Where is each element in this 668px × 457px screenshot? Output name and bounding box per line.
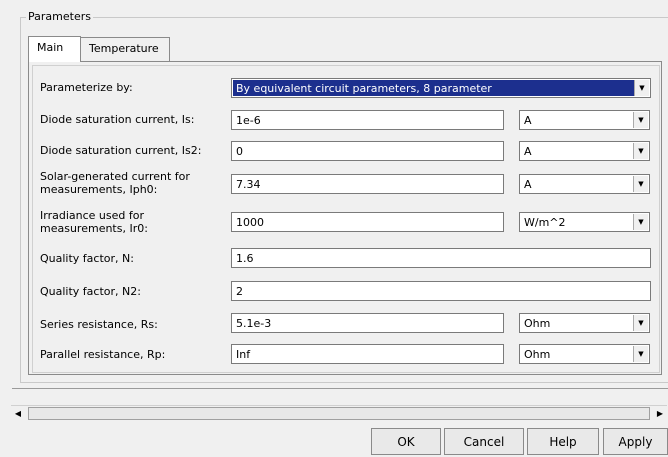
divider xyxy=(12,388,668,389)
ok-button[interactable]: OK xyxy=(371,428,441,455)
cancel-button[interactable]: Cancel xyxy=(444,428,524,455)
scroll-thumb[interactable] xyxy=(28,407,650,420)
label-n: Quality factor, N: xyxy=(40,252,134,265)
group-title: Parameters xyxy=(26,10,93,23)
iph0-unit: A xyxy=(524,178,532,191)
chevron-down-icon[interactable]: ▼ xyxy=(634,80,649,96)
is-unit: A xyxy=(524,114,532,127)
tab-main[interactable]: Main xyxy=(28,36,81,62)
tab-temperature[interactable]: Temperature xyxy=(80,37,170,61)
label-ir0: Irradiance used for measurements, Ir0: xyxy=(40,209,148,235)
chevron-down-icon[interactable]: ▼ xyxy=(633,143,648,159)
rp-unit-select[interactable]: Ohm ▼ xyxy=(519,344,650,364)
iph0-unit-select[interactable]: A ▼ xyxy=(519,174,650,194)
label-is2: Diode saturation current, Is2: xyxy=(40,144,202,157)
chevron-down-icon[interactable]: ▼ xyxy=(633,176,648,192)
parameterize-dropdown[interactable]: By equivalent circuit parameters, 8 para… xyxy=(231,78,651,98)
apply-button[interactable]: Apply xyxy=(603,428,668,455)
horizontal-scrollbar[interactable]: ◀ ▶ xyxy=(11,405,667,420)
chevron-down-icon[interactable]: ▼ xyxy=(633,315,648,331)
rs-unit: Ohm xyxy=(524,317,551,330)
chevron-down-icon[interactable]: ▼ xyxy=(633,214,648,230)
label-rs: Series resistance, Rs: xyxy=(40,318,158,331)
label-n2: Quality factor, N2: xyxy=(40,285,141,298)
label-iph0: Solar-generated current for measurements… xyxy=(40,170,190,196)
rs-unit-select[interactable]: Ohm ▼ xyxy=(519,313,650,333)
parameterize-label: Parameterize by: xyxy=(40,81,133,94)
chevron-down-icon[interactable]: ▼ xyxy=(633,112,648,128)
chevron-down-icon[interactable]: ▼ xyxy=(633,346,648,362)
label-rp: Parallel resistance, Rp: xyxy=(40,348,166,361)
is-input[interactable]: 1e-6 xyxy=(231,110,504,130)
rp-input[interactable]: Inf xyxy=(231,344,504,364)
n2-input[interactable]: 2 xyxy=(231,281,651,301)
is2-unit-select[interactable]: A ▼ xyxy=(519,141,650,161)
ir0-unit-select[interactable]: W/m^2 ▼ xyxy=(519,212,650,232)
arrow-right-icon[interactable]: ▶ xyxy=(653,407,667,419)
parameterize-value: By equivalent circuit parameters, 8 para… xyxy=(233,80,634,96)
label-is: Diode saturation current, Is: xyxy=(40,113,195,126)
help-button[interactable]: Help xyxy=(527,428,599,455)
ir0-input[interactable]: 1000 xyxy=(231,212,504,232)
ir0-unit: W/m^2 xyxy=(524,216,566,229)
iph0-input[interactable]: 7.34 xyxy=(231,174,504,194)
is2-unit: A xyxy=(524,145,532,158)
n-input[interactable]: 1.6 xyxy=(231,248,651,268)
rs-input[interactable]: 5.1e-3 xyxy=(231,313,504,333)
rp-unit: Ohm xyxy=(524,348,551,361)
arrow-left-icon[interactable]: ◀ xyxy=(11,407,25,419)
is2-input[interactable]: 0 xyxy=(231,141,504,161)
is-unit-select[interactable]: A ▼ xyxy=(519,110,650,130)
